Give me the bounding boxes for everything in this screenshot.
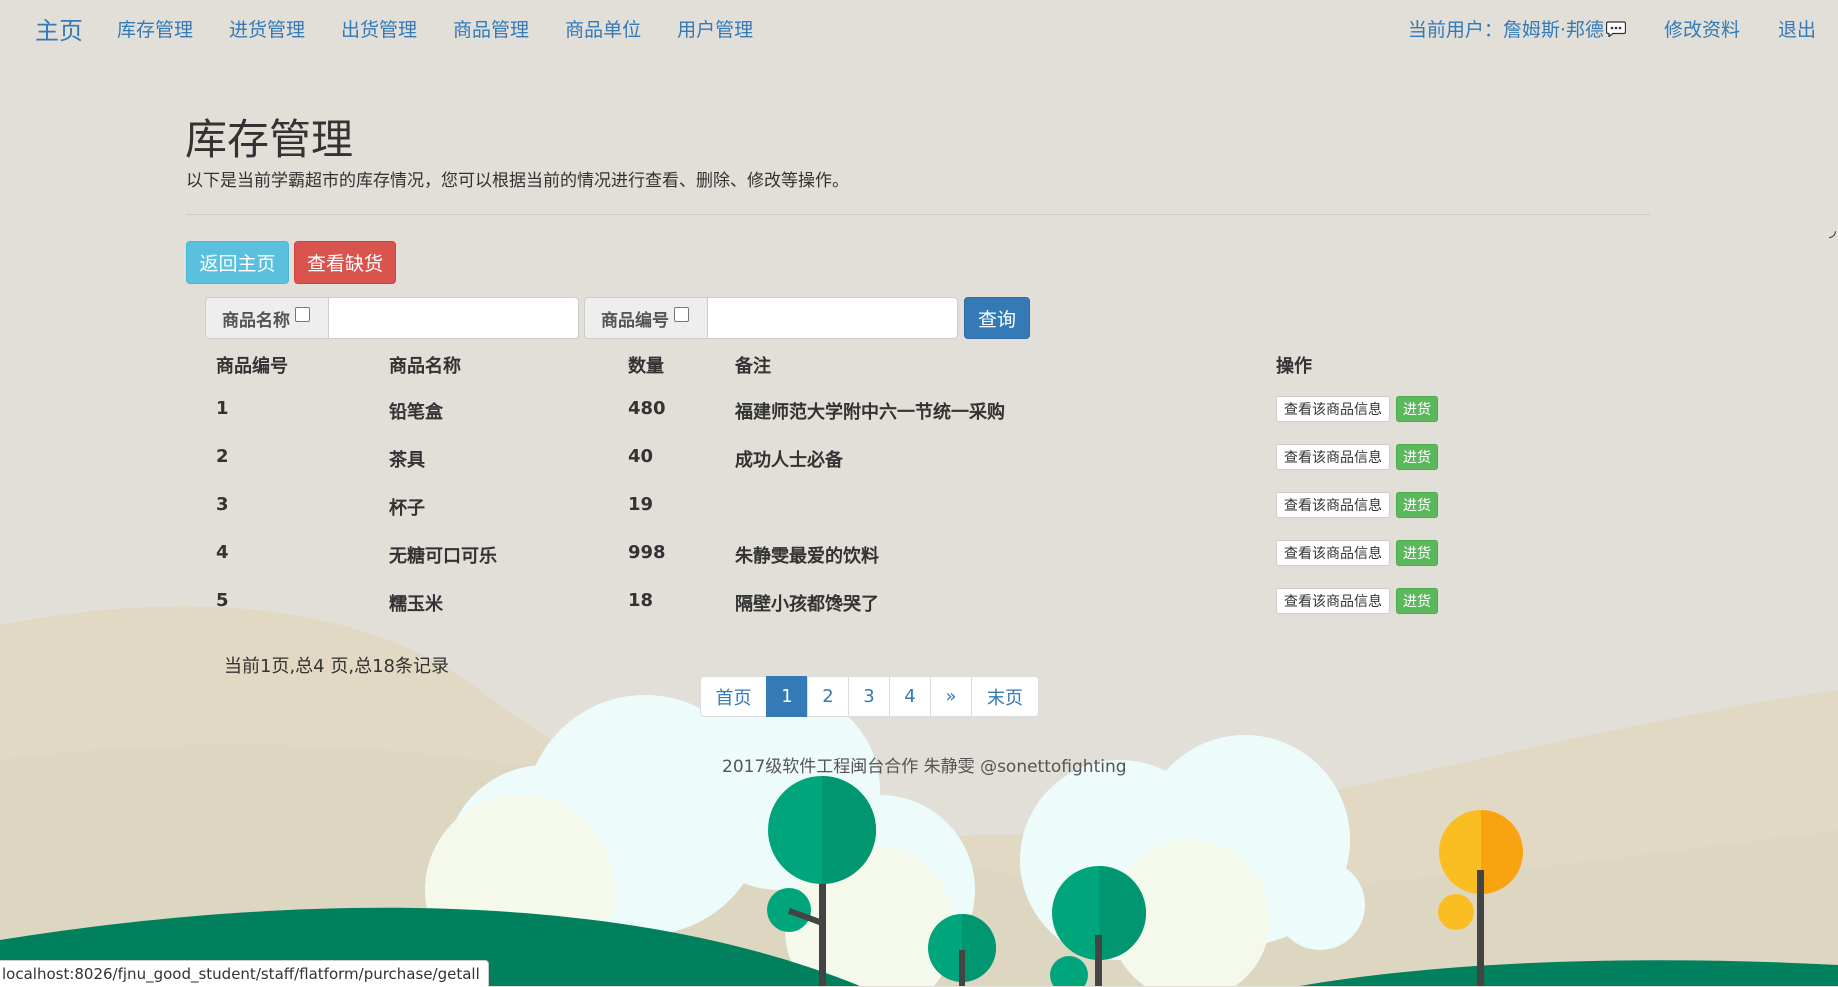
cell-product-name: 铅笔盒	[389, 402, 443, 423]
message-icon[interactable]	[1605, 20, 1626, 37]
header-product-name: 商品名称	[389, 356, 461, 377]
nav-links: 库存管理 进货管理 出货管理 商品管理 商品单位 用户管理	[117, 15, 789, 42]
cell-product-name: 糯玉米	[389, 594, 443, 615]
cell-product-id: 1	[216, 398, 229, 419]
cell-note: 福建师范大学附中六一节统一采购	[735, 402, 1005, 423]
product-id-addon: 商品编号	[584, 297, 708, 339]
nav-shipment[interactable]: 出货管理	[341, 15, 417, 42]
view-product-button[interactable]: 查看该商品信息	[1276, 444, 1390, 470]
view-product-button[interactable]: 查看该商品信息	[1276, 492, 1390, 518]
restock-button[interactable]: 进货	[1396, 492, 1438, 518]
view-product-button[interactable]: 查看该商品信息	[1276, 588, 1390, 614]
product-name-checkbox[interactable]	[295, 306, 310, 322]
product-name-addon: 商品名称	[205, 297, 329, 339]
page-3[interactable]: 3	[848, 676, 890, 717]
record-info: 当前1页,总4 页,总18条记录	[224, 656, 449, 677]
cell-product-name: 无糖可口可乐	[389, 546, 497, 567]
edge-glyph: ◞	[1829, 220, 1836, 241]
nav-purchase[interactable]: 进货管理	[229, 15, 305, 42]
page-title: 库存管理	[185, 115, 354, 164]
restock-button[interactable]: 进货	[1396, 396, 1438, 422]
page-first[interactable]: 首页	[700, 676, 767, 717]
cell-product-id: 5	[216, 590, 229, 611]
cell-note: 隔壁小孩都馋哭了	[735, 594, 879, 615]
cell-quantity: 19	[628, 494, 654, 515]
nav-user-area: 当前用户：詹姆斯·邦德 修改资料 退出	[1408, 15, 1816, 42]
page-description: 以下是当前学霸超市的库存情况，您可以根据当前的情况进行查看、删除、修改等操作。	[186, 171, 849, 191]
product-name-label: 商品名称	[222, 310, 290, 331]
row-actions: 查看该商品信息 进货	[1276, 588, 1438, 614]
row-actions: 查看该商品信息 进货	[1276, 444, 1438, 470]
pagination: 首页 1 2 3 4 » 末页	[700, 676, 1039, 717]
cell-quantity: 998	[628, 542, 666, 563]
product-name-input[interactable]	[329, 297, 579, 339]
edit-profile-link[interactable]: 修改资料	[1664, 15, 1740, 42]
cell-quantity: 480	[628, 398, 666, 419]
restock-button[interactable]: 进货	[1396, 540, 1438, 566]
restock-button[interactable]: 进货	[1396, 444, 1438, 470]
header-quantity: 数量	[628, 356, 664, 377]
browser-status-bar: localhost:8026/fjnu_good_student/staff/f…	[0, 960, 489, 987]
product-id-input[interactable]	[708, 297, 958, 339]
nav-products[interactable]: 商品管理	[453, 15, 529, 42]
header-product-id: 商品编号	[216, 356, 288, 377]
page-2[interactable]: 2	[807, 676, 849, 717]
view-product-button[interactable]: 查看该商品信息	[1276, 396, 1390, 422]
query-button[interactable]: 查询	[964, 297, 1030, 339]
header-actions: 操作	[1276, 356, 1312, 377]
cell-note: 朱静雯最爱的饮料	[735, 546, 879, 567]
header-divider	[186, 214, 1650, 215]
navbar: 主页 库存管理 进货管理 出货管理 商品管理 商品单位 用户管理 当前用户：詹姆…	[0, 0, 1838, 54]
nav-units[interactable]: 商品单位	[565, 15, 641, 42]
back-home-button[interactable]: 返回主页	[186, 241, 289, 284]
row-actions: 查看该商品信息 进货	[1276, 396, 1438, 422]
page-last[interactable]: 末页	[971, 676, 1039, 717]
cell-quantity: 18	[628, 590, 654, 611]
current-user-link[interactable]: 当前用户：詹姆斯·邦德	[1408, 15, 1604, 42]
page-1[interactable]: 1	[766, 676, 808, 717]
cell-quantity: 40	[628, 446, 654, 467]
cell-product-name: 茶具	[389, 450, 425, 471]
nav-users[interactable]: 用户管理	[677, 15, 753, 42]
cell-product-id: 4	[216, 542, 229, 563]
row-actions: 查看该商品信息 进货	[1276, 492, 1438, 518]
cell-product-name: 杯子	[389, 498, 425, 519]
restock-button[interactable]: 进货	[1396, 588, 1438, 614]
cell-product-id: 3	[216, 494, 229, 515]
nav-inventory[interactable]: 库存管理	[117, 15, 193, 42]
cell-note: 成功人士必备	[735, 450, 843, 471]
footer-copyright: 2017级软件工程闽台合作 朱静雯 @sonettofighting	[722, 757, 1127, 777]
page-next[interactable]: »	[930, 676, 972, 717]
logout-link[interactable]: 退出	[1778, 15, 1816, 42]
cell-product-id: 2	[216, 446, 229, 467]
row-actions: 查看该商品信息 进货	[1276, 540, 1438, 566]
view-product-button[interactable]: 查看该商品信息	[1276, 540, 1390, 566]
page-4[interactable]: 4	[889, 676, 931, 717]
product-id-checkbox[interactable]	[674, 306, 689, 322]
brand-home-link[interactable]: 主页	[35, 11, 83, 46]
product-id-label: 商品编号	[601, 310, 669, 331]
view-shortage-button[interactable]: 查看缺货	[294, 241, 396, 284]
header-note: 备注	[735, 356, 771, 377]
